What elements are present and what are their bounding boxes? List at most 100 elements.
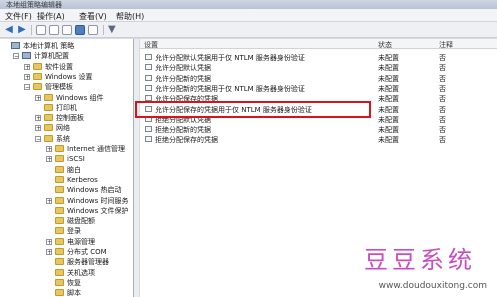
menu-help[interactable]: 帮助(H): [116, 11, 144, 22]
expand-icon[interactable]: +: [35, 94, 41, 101]
folder-icon: [44, 124, 53, 132]
setting-row[interactable]: 拒绝分配新的凭据 未配置否: [140, 124, 497, 134]
folder-icon: [55, 165, 64, 173]
folder-icon: [44, 93, 53, 101]
folder-icon: [55, 217, 64, 225]
menu-file[interactable]: 文件(F): [5, 11, 32, 22]
tree-node-label: 脚本: [67, 289, 81, 297]
setting-status: 未配置: [378, 136, 399, 145]
folder-icon: [33, 72, 42, 80]
column-status[interactable]: 状态: [378, 40, 392, 50]
setting-row[interactable]: 允许分配默认凭据 未配置否: [140, 62, 497, 72]
policy-setting-icon: [145, 136, 152, 143]
export-list-icon[interactable]: [62, 25, 72, 35]
tree-node-label: Windows 组件: [56, 93, 104, 102]
folder-icon: [55, 237, 64, 245]
expand-icon[interactable]: +: [46, 156, 52, 163]
folder-icon: [55, 278, 64, 286]
help-icon[interactable]: [75, 25, 85, 35]
folder-icon: [55, 175, 64, 183]
expand-icon[interactable]: +: [46, 146, 52, 153]
tree-node-label: 登录: [67, 227, 81, 236]
tree-node-label: 分布式 COM: [67, 248, 107, 256]
folder-icon: [55, 145, 64, 152]
tree-node-label: 脑白: [67, 165, 81, 174]
policy-setting-icon: [145, 64, 152, 71]
toolbar: ◀ ▶ ▼: [0, 22, 497, 38]
setting-row[interactable]: 允许分配新的凭据用于仅 NTLM 服务器身份验证 未配置否: [140, 83, 497, 93]
setting-comment: 否: [439, 136, 446, 145]
folder-icon: [33, 83, 42, 91]
title-bar: 本地组策略编辑器: [0, 0, 497, 9]
watermark-title: 豆豆系统: [364, 246, 476, 274]
collapse-icon[interactable]: −: [13, 53, 19, 60]
tree-node-label: 打印机: [56, 103, 77, 112]
menu-action[interactable]: 操作(A): [37, 11, 65, 22]
properties-icon[interactable]: [88, 25, 98, 35]
policy-setting-icon: [145, 126, 152, 133]
tree-node-label: 控制面板: [56, 114, 84, 123]
tree-node-label: 磁盘配额: [67, 217, 95, 226]
folder-icon: [44, 103, 53, 111]
tree-pane: 本地计算机 策略 − 计算机配置 + 软件设置 + Windows 设置 − 管理模板 + Wind…: [0, 39, 134, 297]
tree-node-label: 关机选项: [67, 268, 95, 277]
tree-node-label: 管理模板: [45, 83, 73, 92]
tree-scrollbar[interactable]: [134, 39, 139, 297]
expand-icon[interactable]: +: [46, 197, 52, 204]
watermark-url: www.doudouxitong.com: [378, 281, 487, 291]
folder-icon: [55, 248, 64, 255]
selected-setting-highlight: [135, 101, 371, 118]
back-icon[interactable]: ◀: [4, 25, 14, 35]
computer-icon: [11, 42, 20, 49]
folder-icon: [55, 258, 64, 266]
tree-node-label: Windows 时间服务: [67, 196, 129, 205]
folder-icon: [55, 268, 64, 276]
forward-icon[interactable]: ▶: [17, 25, 27, 35]
folder-icon: [55, 155, 64, 163]
menu-view[interactable]: 查看(V): [79, 11, 107, 22]
tree-node-label: 本地计算机 策略: [23, 42, 75, 50]
tree-node-label: iSCSI: [67, 155, 85, 164]
expand-icon[interactable]: +: [35, 115, 41, 122]
folder-icon: [44, 134, 53, 142]
filter-icon[interactable]: ▼: [108, 25, 118, 35]
window-title: 本地组策略编辑器: [6, 1, 62, 9]
list-header: 设置 状态 注释: [140, 39, 497, 49]
folder-up-icon[interactable]: [36, 25, 46, 35]
menu-bar: 文件(F) 操作(A) 查看(V) 帮助(H): [0, 9, 497, 22]
tree-node-label: Internet 通信管理: [67, 145, 126, 153]
column-setting[interactable]: 设置: [144, 40, 158, 50]
tree-node-label: Windows 文件保护: [67, 206, 129, 215]
expand-icon[interactable]: +: [24, 73, 30, 80]
computer-icon: [22, 52, 31, 60]
tree-node-label: Windows 设置: [45, 72, 93, 81]
tree-node-label: 电源管理: [67, 237, 95, 246]
collapse-icon[interactable]: −: [24, 84, 30, 91]
expand-icon[interactable]: +: [24, 63, 30, 70]
folder-icon: [55, 196, 64, 204]
tree-node-label: Windows 热启动: [67, 186, 122, 195]
expand-icon[interactable]: +: [46, 238, 52, 245]
setting-row[interactable]: 拒绝分配保存的凭据 未配置 否: [140, 134, 497, 144]
policy-setting-icon: [145, 54, 152, 60]
tree-node-label: 系统: [56, 134, 70, 143]
expand-icon[interactable]: +: [35, 125, 41, 132]
setting-row[interactable]: 允许分配新的凭据 未配置否: [140, 73, 497, 83]
show-tree-icon[interactable]: [49, 25, 59, 35]
folder-icon: [55, 206, 64, 214]
tree-node-label: 网络: [56, 124, 70, 133]
folder-icon: [44, 114, 53, 122]
policy-setting-icon: [145, 74, 152, 81]
folder-icon: [55, 289, 64, 297]
policy-setting-icon: [145, 84, 152, 91]
column-comment[interactable]: 注释: [439, 40, 453, 50]
tree-node-label: 恢复: [67, 278, 81, 287]
folder-icon: [33, 62, 42, 70]
setting-row[interactable]: 允许分配默认凭据用于仅 NTLM 服务器身份验证 未配置否: [140, 52, 497, 62]
tree-node-label: Kerberos: [67, 175, 98, 184]
folder-icon: [55, 227, 64, 235]
expand-icon[interactable]: +: [46, 249, 52, 256]
tree-node-label: 软件设置: [45, 62, 73, 71]
collapse-icon[interactable]: −: [35, 135, 41, 142]
setting-name: 拒绝分配保存的凭据: [155, 136, 218, 145]
